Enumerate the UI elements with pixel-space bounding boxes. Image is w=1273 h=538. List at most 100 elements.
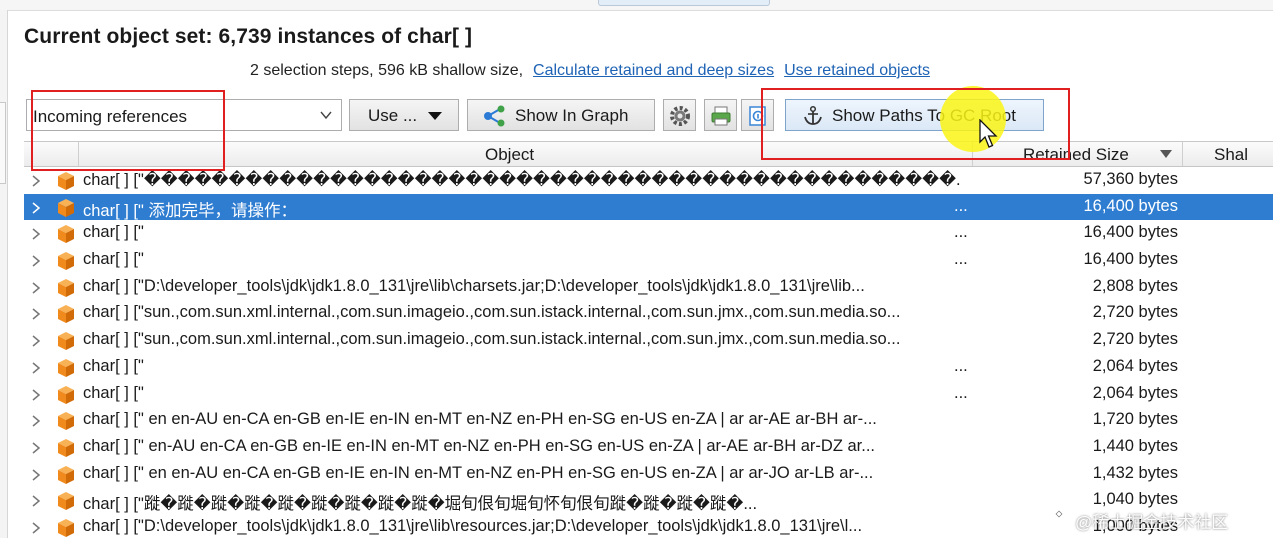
table-row[interactable]: char[ ] [" en en-AU en-CA en-GB en-IE en…: [24, 407, 1273, 434]
use-retained-objects-link[interactable]: Use retained objects: [784, 62, 930, 79]
object-cell: char[ ] ["蹝�蹝�蹝�蹝�蹝�蹝�蹝�蹝�蹝�堀旬佷旬堀旬怀旬佷旬蹝�…: [83, 495, 758, 514]
expand-chevron-icon[interactable]: [31, 335, 41, 347]
object-ellipsis: ...: [954, 223, 968, 242]
expand-chevron-icon[interactable]: [31, 362, 41, 374]
table-row[interactable]: char[ ] ["sun.,com.sun.xml.internal.,com…: [24, 300, 1273, 327]
retained-size-cell: 2,720 bytes: [1092, 330, 1178, 349]
table-row[interactable]: char[ ] [" 添加完毕，请操作：... 16,400 bytes: [24, 193, 1273, 221]
table-row[interactable]: char[ ] ["... 16,400 bytes: [24, 220, 1273, 247]
graph-icon: [484, 105, 505, 127]
table-row[interactable]: char[ ] ["... 2,064 bytes: [24, 354, 1273, 381]
table-row[interactable]: char[ ] ["... 16,400 bytes: [24, 247, 1273, 274]
object-ellipsis: ...: [954, 383, 968, 402]
retained-size-cell: 1,432 bytes: [1092, 463, 1178, 482]
use-menu-button[interactable]: Use ...: [349, 99, 459, 131]
show-in-graph-label: Show In Graph: [515, 106, 629, 125]
expand-chevron-icon[interactable]: [31, 175, 41, 187]
instance-cube-icon: [58, 465, 74, 484]
table-row[interactable]: char[ ] [" en en-AU en-CA en-GB en-IE en…: [24, 461, 1273, 488]
show-in-graph-button[interactable]: Show In Graph: [467, 99, 655, 131]
object-cell: char[ ] ["D:\developer_tools\jdk\jdk1.8.…: [83, 516, 863, 535]
table-header: Object Retained Size Shal: [24, 142, 1273, 167]
retained-size-cell: 16,400 bytes: [1083, 250, 1179, 269]
object-ellipsis: ...: [954, 356, 968, 375]
retained-size-cell: 2,064 bytes: [1092, 356, 1178, 375]
expand-chevron-icon[interactable]: [31, 442, 41, 454]
print-icon: [711, 106, 731, 126]
expand-chevron-icon[interactable]: [31, 282, 41, 294]
settings-gear-icon: [670, 106, 690, 126]
object-ellipsis: ...: [954, 196, 968, 215]
print-button[interactable]: [704, 99, 737, 131]
view-selector-dropdown[interactable]: Incoming references: [26, 99, 342, 131]
table-row[interactable]: char[ ] ["������������������������������…: [24, 167, 1273, 194]
column-header-retained-size[interactable]: Retained Size: [1023, 145, 1129, 165]
instance-cube-icon: [58, 198, 74, 217]
table-row[interactable]: char[ ] ["D:\developer_tools\jdk\jdk1.8.…: [24, 274, 1273, 301]
instance-cube-icon: [58, 332, 74, 351]
top-view-tab[interactable]: [598, 0, 770, 6]
object-set-title: Current object set: 6,739 instances of c…: [24, 25, 473, 48]
heap-walker-window: Current object set: 6,739 instances of c…: [0, 0, 1273, 538]
table-row[interactable]: char[ ] ["sun.,com.sun.xml.internal.,com…: [24, 327, 1273, 354]
retained-size-cell: 2,064 bytes: [1092, 383, 1178, 402]
object-cell: char[ ] ["������������������������������…: [83, 171, 961, 189]
settings-button[interactable]: [663, 99, 696, 131]
table-row[interactable]: char[ ] ["D:\developer_tools\jdk\jdk1.8.…: [24, 514, 1273, 538]
column-separator[interactable]: [1182, 142, 1183, 166]
anchor-icon: [804, 105, 822, 125]
retained-size-cell: 1,440 bytes: [1092, 436, 1178, 455]
expand-chevron-icon[interactable]: [31, 388, 41, 401]
instance-cube-icon: [58, 305, 74, 324]
retained-size-cell: 1,720 bytes: [1092, 410, 1178, 429]
retained-size-cell: 2,808 bytes: [1092, 276, 1178, 295]
expand-chevron-icon[interactable]: [31, 468, 41, 481]
instances-table[interactable]: Object Retained Size Shal char[ ] ["����…: [24, 141, 1273, 538]
show-paths-to-gc-root-label: Show Paths To GC Root: [832, 106, 1016, 125]
instance-cube-icon: [58, 172, 74, 190]
instance-cube-icon: [58, 278, 74, 297]
object-cell: char[ ] ["D:\developer_tools\jdk\jdk1.8.…: [83, 276, 865, 295]
expand-chevron-icon[interactable]: [31, 308, 41, 321]
expand-chevron-icon[interactable]: [31, 202, 41, 214]
object-cell: char[ ] [" 添加完毕，请操作：: [83, 201, 297, 220]
expand-chevron-icon[interactable]: [31, 522, 41, 534]
left-gutter: [0, 10, 8, 538]
calculate-retained-sizes-link[interactable]: Calculate retained and deep sizes: [533, 62, 774, 79]
retained-size-cell: 1,040 bytes: [1092, 490, 1178, 509]
retained-size-cell: 57,360 bytes: [1083, 170, 1179, 188]
object-cell: char[ ] [": [83, 356, 144, 375]
retained-size-cell: 16,400 bytes: [1083, 196, 1179, 215]
object-ellipsis: ...: [954, 250, 968, 269]
expand-chevron-icon[interactable]: [31, 255, 41, 267]
object-cell: char[ ] [": [83, 223, 144, 242]
column-header-shallow-size[interactable]: Shal: [1214, 145, 1248, 165]
table-row[interactable]: char[ ] ["... 2,064 bytes: [24, 381, 1273, 408]
expand-chevron-icon[interactable]: [31, 228, 41, 240]
instance-cube-icon: [58, 492, 74, 511]
chevron-down-icon: [320, 111, 332, 120]
left-gutter-tab[interactable]: [0, 102, 6, 184]
object-cell: char[ ] ["sun.,com.sun.xml.internal.,com…: [83, 330, 901, 349]
column-separator[interactable]: [78, 142, 79, 166]
instance-cube-icon: [58, 358, 74, 377]
table-body: char[ ] ["������������������������������…: [24, 167, 1273, 538]
object-cell: char[ ] [" en en-AU en-CA en-GB en-IE en…: [83, 463, 874, 482]
expand-chevron-icon[interactable]: [31, 415, 41, 427]
retained-size-cell: 1,000 bytes: [1092, 516, 1178, 535]
info-button[interactable]: [741, 99, 774, 131]
table-row[interactable]: char[ ] [" en-AU en-CA en-GB en-IE en-IN…: [24, 434, 1273, 461]
instance-cube-icon: [58, 252, 74, 271]
column-separator[interactable]: [972, 142, 973, 166]
column-header-object[interactable]: Object: [485, 145, 534, 165]
expand-chevron-icon[interactable]: [31, 495, 41, 507]
object-cell: char[ ] [": [83, 250, 144, 269]
sort-descending-icon[interactable]: [1160, 150, 1172, 158]
object-cell: char[ ] [": [83, 383, 144, 402]
use-menu-label: Use ...: [368, 106, 418, 125]
table-row[interactable]: char[ ] ["蹝�蹝�蹝�蹝�蹝�蹝�蹝�蹝�蹝�堀旬佷旬堀旬怀旬佷旬蹝�…: [24, 487, 1273, 514]
instance-cube-icon: [58, 385, 74, 404]
show-paths-to-gc-root-button[interactable]: Show Paths To GC Root: [785, 99, 1044, 131]
object-set-summary-line: 2 selection steps, 596 kB shallow size, C…: [250, 62, 930, 80]
object-cell: char[ ] [" en-AU en-CA en-GB en-IE en-IN…: [83, 436, 876, 455]
